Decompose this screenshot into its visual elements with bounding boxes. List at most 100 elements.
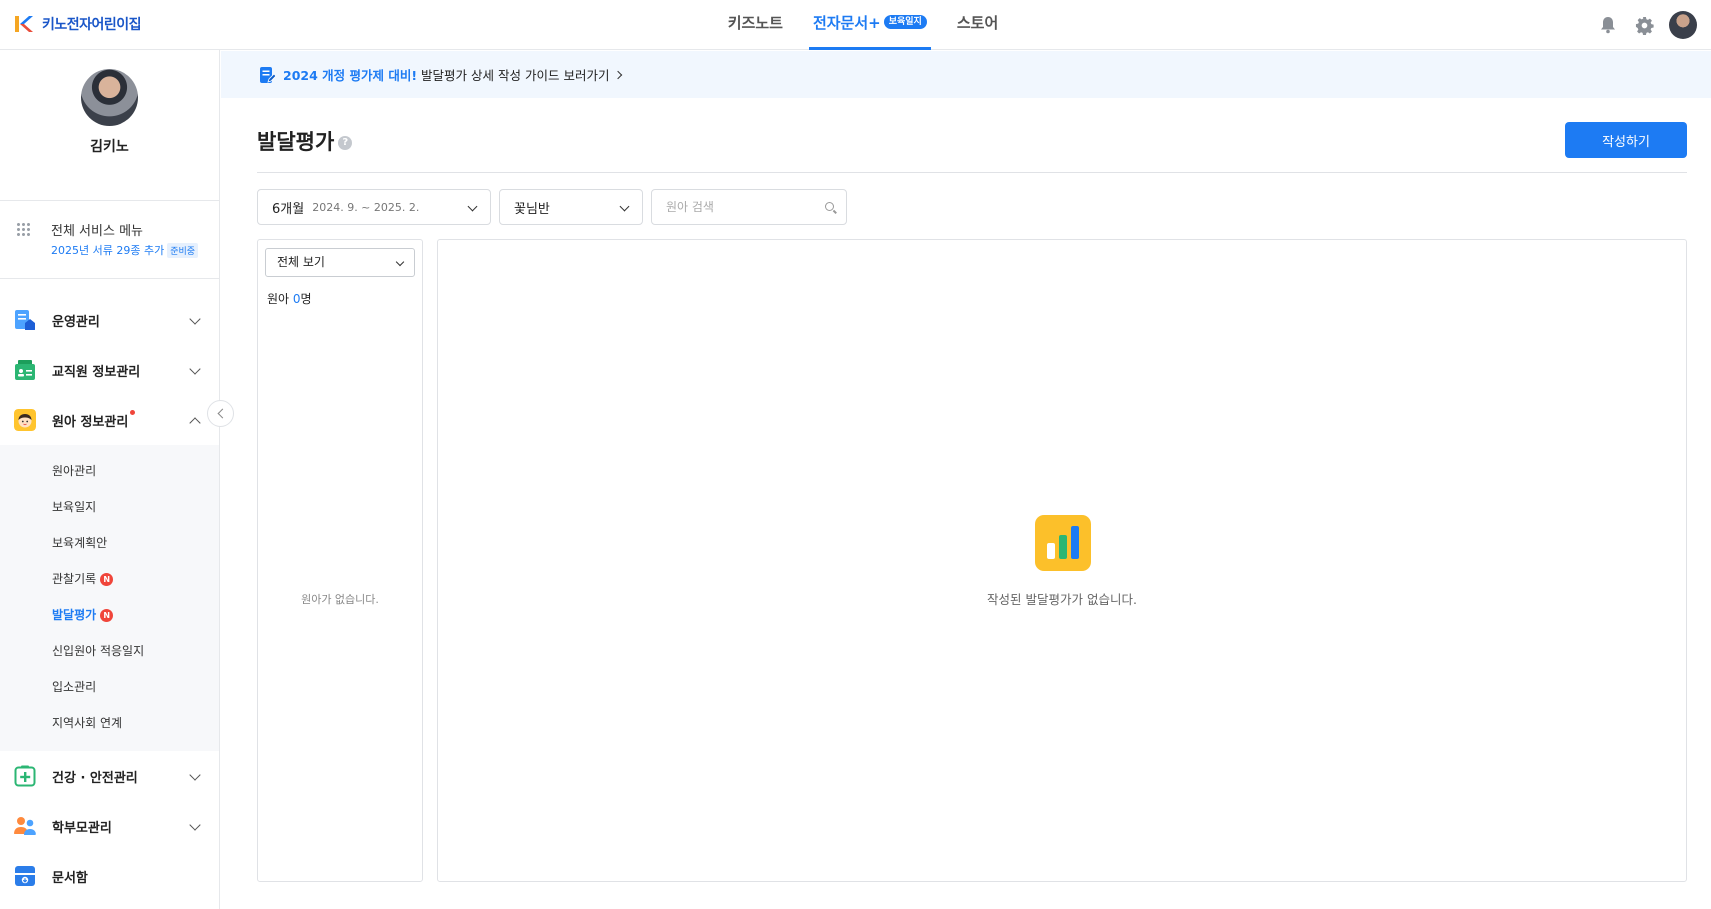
count-value: 0 [292,292,301,306]
chevron-left-icon [217,408,227,419]
menu-staff[interactable]: 교직원 정보관리 [0,345,219,395]
all-menu-subtitle: 2025년 서류 29종 추가 준비중 [51,242,199,258]
view-filter-select[interactable]: 전체 보기 [265,248,415,277]
submenu-item-observation[interactable]: 관찰기록 N [0,561,219,597]
gear-icon[interactable] [1633,14,1655,36]
logo-text: 키노전자어린이집 [42,17,142,33]
chevron-down-icon [467,201,478,212]
document-pen-icon [260,66,275,83]
empty-evaluation-text: 작성된 발달평가가 없습니다. [987,592,1137,607]
menu-label: 학부모관리 [52,820,112,836]
staff-card-icon [15,360,35,380]
submenu-label: 보육일지 [52,500,97,514]
child-count: 원아 0명 [267,290,312,307]
search-icon[interactable] [825,202,834,211]
page-title-text: 발달평가 [257,130,335,154]
nav-e-documents[interactable]: 전자문서+ 보육일지 [808,0,931,50]
profile: 김키노 [0,69,219,201]
class-label: 꽃님반 [514,201,550,217]
view-select-label: 전체 보기 [277,255,325,269]
chevron-up-icon [189,417,201,429]
submenu-label: 신입원아 적응일지 [52,644,145,658]
count-prefix: 원아 [267,292,293,306]
document-home-icon [15,310,35,330]
banner-highlight: 2024 개정 평가제 대비! [283,68,418,83]
chevron-down-icon [395,257,405,267]
evaluation-panel: 작성된 발달평가가 없습니다. [437,239,1687,882]
page-header: 발달평가? 작성하기 [257,120,1687,173]
menu-label: 원아 정보관리 [52,414,129,430]
submenu-item-care-diary[interactable]: 보육일지 [0,489,219,525]
nav-label: 전자문서+ [812,14,881,32]
chevron-down-icon [189,313,201,325]
menu-archive[interactable]: 문서함 [0,851,219,901]
nav-label: 스토어 [956,14,999,32]
chevron-right-icon [614,70,623,79]
submenu-item-admission[interactable]: 입소관리 [0,669,219,705]
nav-badge: 보육일지 [883,14,927,29]
submenu-item-community[interactable]: 지역사회 연계 [0,705,219,741]
page-title: 발달평가? [257,126,353,156]
avatar[interactable] [1669,11,1697,39]
chevron-down-icon [189,363,201,375]
submenu-label: 관찰기록 [52,572,97,586]
nav-label: 키즈노트 [727,14,783,32]
menu-label: 운영관리 [52,314,100,330]
new-dot [130,409,136,415]
submenu-label: 입소관리 [52,680,97,694]
grid-icon [16,222,30,236]
menu-parents[interactable]: 학부모관리 [0,801,219,851]
bell-icon[interactable] [1597,14,1619,36]
submenu-item-care-plan[interactable]: 보육계획안 [0,525,219,561]
child-search [651,189,847,225]
count-suffix: 명 [300,292,312,306]
child-face-icon [14,409,36,431]
menu-label: 문서함 [52,870,88,886]
submenu-label: 원아관리 [52,464,97,478]
submenu-label: 발달평가 [52,608,97,622]
nav-kidsnote[interactable]: 키즈노트 [724,0,787,50]
all-menu-sub-text: 2025년 서류 29종 추가 [51,244,165,257]
submenu-item-development-eval[interactable]: 발달평가 N [0,597,219,633]
help-icon[interactable]: ? [338,136,353,150]
submenu-item-adaptation-diary[interactable]: 신입원아 적응일지 [0,633,219,669]
submenu-item-child-management[interactable]: 원아관리 [0,453,219,489]
menu-label: 건강 · 안전관리 [52,770,138,786]
profile-avatar[interactable] [81,69,138,126]
search-input[interactable] [652,190,812,224]
all-service-menu[interactable]: 전체 서비스 메뉴 2025년 서류 29종 추가 준비중 [0,201,219,279]
chevron-down-icon [189,769,201,781]
filters: 6개월 2024. 9. ~ 2025. 2. 꽃님반 [257,189,847,225]
child-list-panel: 전체 보기 원아 0명 원아가 없습니다. [257,239,423,882]
top-nav: 키즈노트 전자문서+ 보육일지 스토어 [0,0,1711,50]
new-badge: N [100,609,114,622]
kinote-logo-icon [15,16,33,32]
chevron-down-icon [189,819,201,831]
top-navigation-bar: 키노전자어린이집 키즈노트 전자문서+ 보육일지 스토어 [0,0,1711,50]
menu-operation[interactable]: 운영관리 [0,295,219,345]
banner-text: 발달평가 상세 작성 가이드 보러가기 [421,68,610,83]
submenu-label: 보육계획안 [52,536,108,550]
period-label: 6개월 [272,201,305,217]
profile-name: 김키노 [90,139,129,155]
parents-icon [14,817,36,835]
sidebar-collapse-button[interactable] [207,400,234,427]
empty-children-text: 원아가 없습니다. [301,593,379,606]
menu-label: 교직원 정보관리 [52,364,141,380]
menu-health-safety[interactable]: 건강 · 안전관리 [0,751,219,801]
menu-children[interactable]: 원아 정보관리 [0,395,219,445]
coming-soon-tag: 준비중 [167,243,199,258]
new-badge: N [100,573,114,586]
logo[interactable]: 키노전자어린이집 [14,14,142,34]
submenu-children: 원아관리 보육일지 보육계획안 관찰기록 N 발달평가 N 신입원아 적응일지 입소… [0,445,219,751]
write-button[interactable]: 작성하기 [1565,122,1687,158]
plus-box-icon [14,765,36,787]
period-range: 2024. 9. ~ 2025. 2. [312,200,420,214]
nav-store[interactable]: 스토어 [953,0,1002,50]
period-select[interactable]: 6개월 2024. 9. ~ 2025. 2. [257,189,491,225]
class-select[interactable]: 꽃님반 [499,189,643,225]
chevron-down-icon [619,201,630,212]
archive-icon [15,866,35,886]
sidebar: 김키노 전체 서비스 메뉴 2025년 서류 29종 추가 준비중 운영관리 교직… [0,50,220,909]
guide-banner[interactable]: 2024 개정 평가제 대비! 발달평가 상세 작성 가이드 보러가기 [221,51,1711,98]
